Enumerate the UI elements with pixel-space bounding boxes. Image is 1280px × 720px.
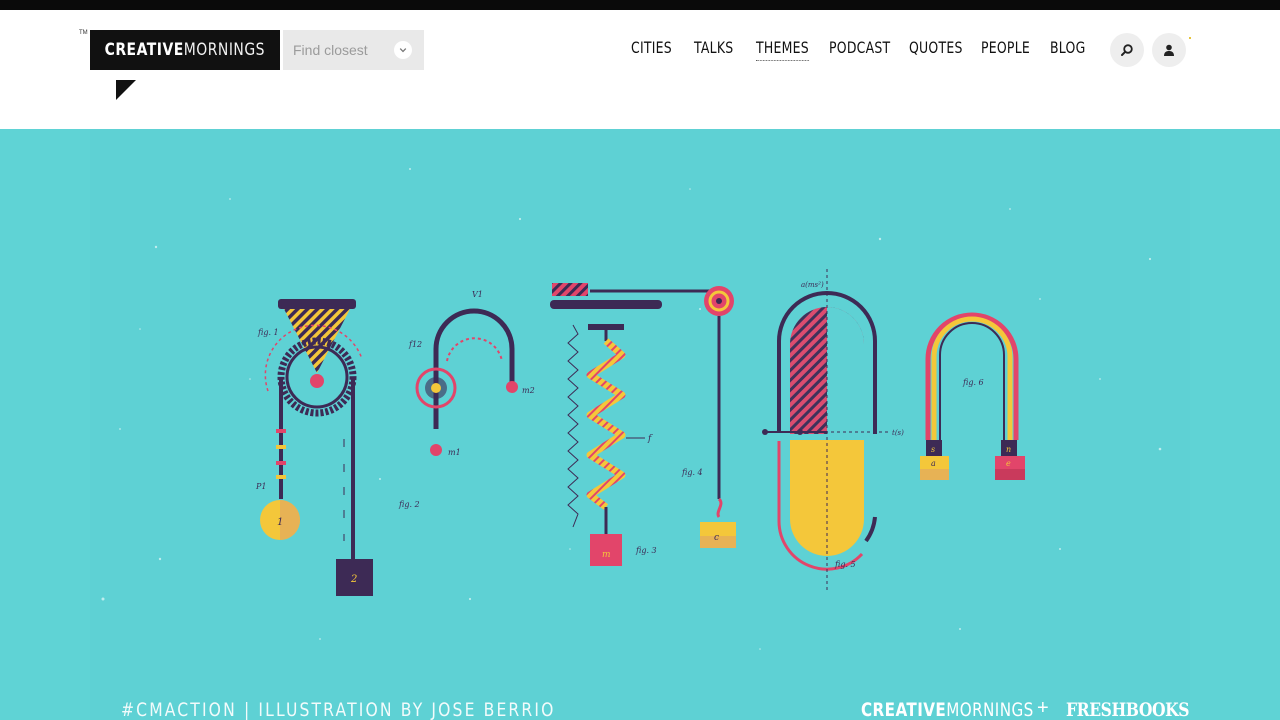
fig-1-label: fig. 1 — [257, 328, 279, 337]
force-f-label: f — [647, 434, 653, 444]
city-select[interactable]: Find closest — [283, 30, 424, 70]
weight-1-label: 1 — [277, 517, 283, 528]
user-icon — [1164, 44, 1174, 56]
v1-label: V1 — [472, 290, 483, 299]
magnet-n-label: n — [1006, 445, 1011, 454]
f12-label: f12 — [408, 340, 422, 349]
logo-speech-tail — [116, 80, 136, 100]
magnet-e-label: e — [1006, 459, 1011, 468]
account-button[interactable] — [1152, 33, 1186, 67]
speckle-texture — [101, 168, 1162, 650]
chevron-down-icon[interactable] — [394, 41, 412, 59]
m2-label: m2 — [522, 386, 535, 395]
p1-label: P1 — [255, 482, 266, 491]
nav-item-cities[interactable]: CITIES — [631, 38, 672, 57]
sponsor-freshbooks-logo: FRESHBOOKS — [1066, 699, 1190, 720]
nav-item-podcast[interactable]: PODCAST — [829, 38, 890, 57]
weight-2-label: 2 — [350, 574, 357, 585]
letter-o-graph-capsule: a(ms²) t(s) fig. 5 — [762, 269, 904, 591]
search-button[interactable] — [1110, 33, 1144, 67]
nav-item-quotes[interactable]: QUOTES — [909, 38, 963, 57]
logo-text: CREATIVEMORNINGS — [104, 40, 266, 60]
city-select-placeholder: Find closest — [293, 42, 368, 58]
letter-c-hook: f12 V1 m1 m2 fig. 2 — [398, 290, 535, 509]
time-axis-label: t(s) — [892, 429, 904, 437]
fig-3-label: fig. 3 — [635, 546, 657, 555]
sponsor-creativemornings-logo: CREATIVEMORNINGS — [861, 699, 1034, 720]
mass-m-label: m — [602, 550, 611, 560]
letter-t-spring-crane: f m c fig. 3 fig. 4 — [550, 283, 736, 566]
letter-n-magnet: s n a e fig. 6 — [920, 312, 1025, 480]
fig-5-label: fig. 5 — [834, 560, 856, 569]
top-black-bar — [0, 0, 1280, 10]
trademark-mark: TM — [79, 30, 88, 36]
illustration-credit: #CMACTION | ILLUSTRATION BY JOSE BERRIO — [121, 699, 556, 720]
mass-c-label: c — [714, 533, 719, 543]
fig-2-label: fig. 2 — [398, 500, 420, 509]
nav-item-talks[interactable]: TALKS — [694, 38, 733, 57]
magnet-s-label: s — [931, 445, 935, 454]
search-icon — [1121, 44, 1133, 56]
magnet-a-label: a — [931, 459, 936, 468]
fig-6-label: fig. 6 — [962, 378, 984, 387]
creativemornings-logo[interactable]: TM CREATIVEMORNINGS — [79, 30, 280, 70]
hero-banner: 1 2 fig. 1 P1 f12 V1 m1 m2 fig. 2 f m c … — [0, 129, 1280, 720]
nav-item-themes[interactable]: THEMES — [756, 38, 809, 61]
action-physics-illustration: 1 2 fig. 1 P1 f12 V1 m1 m2 fig. 2 f m c … — [101, 168, 1162, 650]
letter-a-pulley: 1 2 fig. 1 P1 — [255, 299, 373, 596]
m1-label: m1 — [448, 448, 461, 457]
nav-item-people[interactable]: PEOPLE — [981, 38, 1030, 57]
sponsor-plus: + — [1037, 697, 1049, 719]
fig-4-label: fig. 4 — [681, 468, 703, 477]
accel-axis-label: a(ms²) — [801, 281, 824, 289]
nav-item-blog[interactable]: BLOG — [1050, 38, 1086, 57]
decorative-dot — [1189, 37, 1191, 39]
